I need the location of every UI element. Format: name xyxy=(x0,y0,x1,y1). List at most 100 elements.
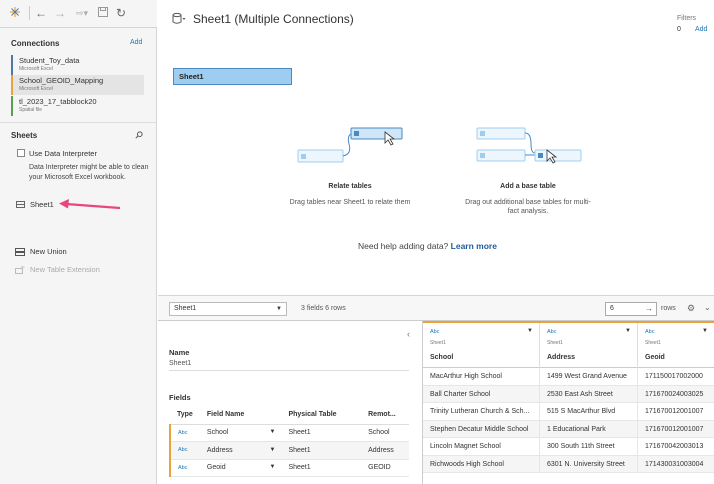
fields-header-row: Type Field Name Physical Table Remot... xyxy=(170,406,409,425)
add-connection-link[interactable]: Add xyxy=(130,39,142,46)
sheet-item-label: Sheet1 xyxy=(30,200,54,209)
string-type-icon[interactable]: Abc xyxy=(430,329,439,335)
fields-col-header[interactable]: Type xyxy=(170,406,200,425)
fields-table: Type Field Name Physical Table Remot... … xyxy=(169,406,409,477)
new-union-label: New Union xyxy=(30,247,67,256)
table-extension-icon xyxy=(15,266,25,274)
relate-tables-title: Relate tables xyxy=(328,183,372,190)
grid-column-header[interactable]: Abc ▼ Sheet1 Address xyxy=(540,323,638,368)
school-cell: Ball Charter School xyxy=(423,385,540,403)
table-row[interactable]: MacArthur High School 1499 West Grand Av… xyxy=(423,368,714,386)
connection-type: Microsoft Excel xyxy=(19,86,53,92)
table-select-value: Sheet1 xyxy=(174,305,197,312)
add-filter-link[interactable]: Add xyxy=(695,26,707,33)
table-row[interactable]: Trinity Lutheran Church & Sch... 515 S M… xyxy=(423,403,714,421)
data-source-canvas: Sheet1 (Multiple Connections) Filters 0 … xyxy=(158,0,714,295)
data-grid: Abc ▼ Sheet1 School Abc ▼ Sheet1 Address… xyxy=(422,321,714,484)
sheet-icon xyxy=(16,201,25,208)
refresh-icon[interactable]: ↻ xyxy=(114,6,128,20)
gear-icon[interactable]: ⚙ xyxy=(687,303,695,314)
base-table-illustration xyxy=(476,127,582,164)
search-icon[interactable] xyxy=(135,131,143,141)
table-row[interactable]: Lincoln Magnet School 300 South 11th Str… xyxy=(423,438,714,456)
left-panel: ← → ⇨▾ ↻ Connections Add Student_Toy_dat… xyxy=(0,0,157,484)
help-question: Need help adding data? xyxy=(358,241,449,251)
string-type-icon[interactable]: Abc xyxy=(547,329,556,335)
back-arrow-icon[interactable]: ← xyxy=(34,6,48,20)
page-title: Sheet1 (Multiple Connections) xyxy=(193,12,354,26)
filters-count: 0 xyxy=(677,26,681,33)
chevron-down-icon[interactable]: ▼ xyxy=(625,328,631,334)
remote-name-cell: GEOID xyxy=(361,459,409,477)
remote-name-cell: School xyxy=(361,424,409,442)
remote-name-cell: Address xyxy=(361,441,409,460)
grid-column-header[interactable]: Abc ▼ Sheet1 School xyxy=(423,323,540,368)
use-data-interpreter-checkbox[interactable] xyxy=(17,149,25,157)
connection-color-bar xyxy=(11,75,13,95)
table-row[interactable]: Stephen Decatur Middle School 1 Educatio… xyxy=(423,420,714,439)
table-select[interactable]: Sheet1 ▼ xyxy=(169,302,287,316)
use-data-interpreter-label: Use Data Interpreter xyxy=(29,149,97,158)
base-table-title: Add a base table xyxy=(500,183,556,190)
grid-column-header[interactable]: Abc ▼ Sheet1 Geoid xyxy=(638,323,714,368)
base-table-description: Drag out additional base tables for mult… xyxy=(465,199,591,215)
pointer-arrow-annotation xyxy=(59,199,121,210)
string-type-icon[interactable]: Abc xyxy=(169,424,200,442)
string-type-icon[interactable]: Abc xyxy=(169,459,200,477)
forward-arrow-icon[interactable]: → xyxy=(53,6,67,20)
new-table-extension-label: New Table Extension xyxy=(30,265,100,274)
address-cell: 515 S MacArthur Blvd xyxy=(540,403,638,421)
table-row[interactable]: Ball Charter School 2530 East Ash Street… xyxy=(423,385,714,403)
field-name-cell[interactable]: Address ▼ xyxy=(199,441,282,460)
field-name-cell[interactable]: School ▼ xyxy=(199,424,282,442)
data-grid-panel: Sheet1 ▼ 3 fields 6 rows 6 → rows ⚙ ⌄ ‹ … xyxy=(158,295,714,484)
chevron-down-icon[interactable]: ▼ xyxy=(269,429,281,435)
tableau-logo-icon[interactable] xyxy=(9,6,21,20)
save-icon[interactable] xyxy=(96,6,110,20)
field-row[interactable]: Abc Address ▼ Sheet1 Address xyxy=(169,441,409,460)
string-type-icon[interactable]: Abc xyxy=(169,441,200,460)
rows-count-input[interactable]: 6 → xyxy=(605,302,657,316)
connection-item[interactable]: tl_2023_17_tabblock20 Spatial file xyxy=(11,96,144,116)
connection-item[interactable]: School_GEOID_Mapping Microsoft Excel xyxy=(11,75,144,95)
address-cell: 1 Educational Park xyxy=(540,420,638,438)
chevron-down-icon[interactable]: ▼ xyxy=(527,328,533,334)
geoid-cell: 171670012001007 xyxy=(638,421,714,439)
fields-col-header[interactable]: Remot... xyxy=(361,406,409,425)
learn-more-link[interactable]: Learn more xyxy=(451,241,497,251)
chevron-down-icon[interactable]: ⌄ xyxy=(704,303,711,312)
fields-rows-info: 3 fields 6 rows xyxy=(301,305,346,312)
connection-item[interactable]: Student_Toy_data Microsoft Excel xyxy=(11,55,144,75)
field-name-cell[interactable]: Geoid ▼ xyxy=(199,459,282,477)
school-cell: Stephen Decatur Middle School xyxy=(423,420,540,438)
union-icon xyxy=(15,248,25,256)
field-row[interactable]: Abc School ▼ Sheet1 School xyxy=(169,424,409,442)
connect-data-icon[interactable]: ⇨▾ xyxy=(71,6,93,20)
field-row[interactable]: Abc Geoid ▼ Sheet1 GEOID xyxy=(169,459,409,477)
column-name: School xyxy=(430,354,454,361)
column-source: Sheet1 xyxy=(430,340,446,346)
column-name: Geoid xyxy=(645,354,665,361)
chevron-down-icon[interactable]: ▼ xyxy=(269,464,281,470)
divider xyxy=(0,122,157,123)
go-arrow-icon[interactable]: → xyxy=(645,303,653,315)
name-value[interactable]: Sheet1 xyxy=(169,360,409,371)
connection-name: School_GEOID_Mapping xyxy=(19,76,104,85)
data-interpreter-note: Data Interpreter might be able to clean … xyxy=(29,164,149,181)
physical-table-cell: Sheet1 xyxy=(281,424,362,442)
fields-col-header[interactable]: Physical Table xyxy=(281,406,362,425)
geoid-cell: 171150017002000 xyxy=(638,368,714,386)
address-cell: 6301 N. University Street xyxy=(540,455,638,473)
connection-name: Student_Toy_data xyxy=(19,56,80,65)
column-name: Address xyxy=(547,354,576,361)
chevron-down-icon[interactable]: ▼ xyxy=(702,328,708,334)
fields-col-header[interactable]: Field Name xyxy=(199,406,282,425)
connection-name: tl_2023_17_tabblock20 xyxy=(19,97,97,106)
collapse-metadata-icon[interactable]: ‹ xyxy=(407,329,410,339)
geoid-cell: 171670042003013 xyxy=(638,438,714,456)
table-row[interactable]: Richwoods High School 6301 N. University… xyxy=(423,455,714,473)
string-type-icon[interactable]: Abc xyxy=(645,329,654,335)
chevron-down-icon[interactable]: ▼ xyxy=(269,447,281,453)
rows-label: rows xyxy=(661,305,676,312)
sheet1-table-block[interactable]: Sheet1 xyxy=(173,68,292,85)
